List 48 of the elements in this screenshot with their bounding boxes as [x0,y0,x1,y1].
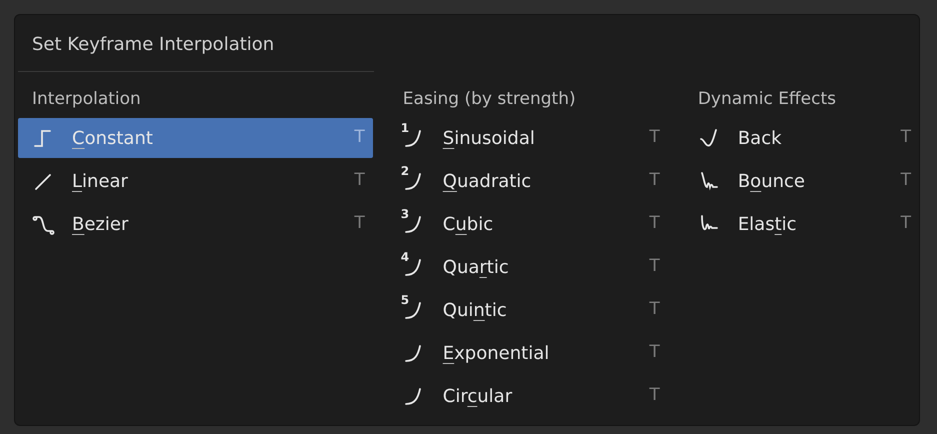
item-label: Circular [442,384,512,408]
shortcut-key: T [649,211,660,237]
shortcut-key: T [900,125,911,151]
shortcut-key: T [649,168,660,194]
item-label: Sinusoidal [442,126,535,150]
menu-item[interactable]: 5 Quintic T [388,290,668,330]
strength-number: 4 [400,251,410,263]
item-label: Quartic [442,256,509,280]
shortcut-key: T [900,211,911,237]
item-label: Quintic [442,298,507,322]
section-heading: Easing (by strength) [402,88,577,111]
menu-item[interactable]: 2 Quadratic T [388,161,668,201]
item-label: Bounce [738,170,805,194]
shortcut-key: T [354,168,365,194]
item-label: Back [738,126,782,150]
item-label: Quadratic [442,170,532,194]
section-heading: Interpolation [31,88,142,111]
section-heading: Dynamic Effects [696,88,837,111]
menu-item[interactable]: Circular T [388,376,668,416]
strength-number: 3 [400,208,410,220]
shortcut-key: T [354,211,365,237]
menu-item[interactable]: Bezier T [18,204,373,244]
strength-number: 5 [400,294,410,306]
shortcut-key: T [649,125,660,151]
shortcut-key: T [649,340,660,366]
strength-number: 2 [400,165,410,177]
menu-item[interactable]: Back T [684,118,919,158]
shortcut-key: T [649,254,660,280]
menu-item[interactable]: 1 Sinusoidal T [388,118,668,158]
shortcut-key: T [649,297,660,323]
menu-item[interactable]: Linear T [18,161,373,201]
menu-item[interactable]: 4 Quartic T [388,247,668,287]
menu-item[interactable]: Exponential T [388,333,668,373]
menu-item[interactable]: 3 Cubic T [388,204,668,244]
item-label: Bezier [72,212,128,236]
shortcut-key: T [649,383,660,409]
item-label: Cubic [442,212,494,236]
menu-title: Set Keyframe Interpolation [31,33,276,57]
strength-number: 1 [400,122,410,134]
menu-item[interactable]: Bounce T [684,161,919,201]
item-label: Elastic [738,212,797,236]
shortcut-key: T [900,168,911,194]
item-label: Exponential [442,342,550,366]
menu-item[interactable]: Constant T [18,118,373,158]
item-label: Constant [72,126,153,150]
item-label: Linear [72,170,128,194]
menu-item[interactable]: Elastic T [684,204,919,244]
shortcut-key: T [354,125,365,151]
